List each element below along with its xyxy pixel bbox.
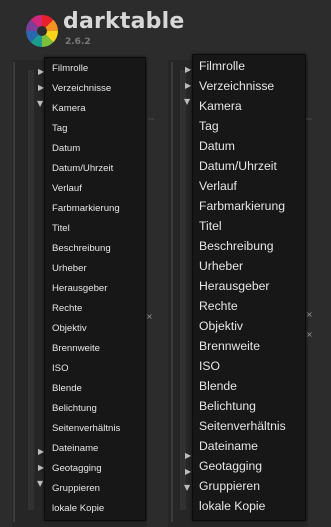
- menu-item-herausgeber[interactable]: Herausgeber: [193, 276, 305, 296]
- menu-item-datum[interactable]: Datum: [193, 136, 305, 156]
- darktable-window: darktable 2.6.2 ▶ ▶ ▼ ▶ ▶ ▼ ▶ ▶ ▼ ▶ ▶ ▼ …: [0, 0, 331, 527]
- menu-item-titel[interactable]: Titel: [45, 219, 145, 239]
- menu-item-datum-uhrzeit[interactable]: Datum/Uhrzeit: [193, 156, 305, 176]
- menu-item-datum[interactable]: Datum: [45, 139, 145, 159]
- menu-item-tag[interactable]: Tag: [193, 116, 305, 136]
- app-name: darktable: [63, 9, 185, 34]
- left-row-field: [148, 118, 154, 120]
- menu-item-gruppieren[interactable]: Gruppieren: [193, 476, 305, 496]
- triangle-right-icon[interactable]: ▶: [185, 66, 191, 74]
- menu-item-rechte[interactable]: Rechte: [193, 296, 305, 316]
- triangle-down-icon[interactable]: ▼: [184, 98, 190, 106]
- panel-edge-mark: ×: [306, 330, 313, 339]
- menu-item-lokale-kopie[interactable]: lokale Kopie: [193, 496, 305, 516]
- menu-item-seitenverhaeltnis[interactable]: Seitenverhältnis: [45, 419, 145, 439]
- menu-item-belichtung[interactable]: Belichtung: [45, 399, 145, 419]
- right-row-field: [306, 118, 312, 120]
- triangle-down-icon[interactable]: ▼: [37, 100, 43, 108]
- menu-item-tag[interactable]: Tag: [45, 119, 145, 139]
- triangle-right-icon[interactable]: ▶: [185, 468, 191, 476]
- menu-item-dateiname[interactable]: Dateiname: [45, 439, 145, 459]
- app-version: 2.6.2: [65, 37, 91, 47]
- menu-item-geotagging[interactable]: Geotagging: [45, 459, 145, 479]
- triangle-down-icon[interactable]: ▼: [184, 484, 190, 492]
- menu-item-beschreibung[interactable]: Beschreibung: [45, 239, 145, 259]
- triangle-right-icon[interactable]: ▶: [185, 452, 191, 460]
- menu-item-geotagging[interactable]: Geotagging: [193, 456, 305, 476]
- menu-item-gruppieren[interactable]: Gruppieren: [45, 479, 145, 499]
- right-panel-rail: [171, 62, 173, 522]
- menu-item-brennweite[interactable]: Brennweite: [193, 336, 305, 356]
- menu-item-blende[interactable]: Blende: [193, 376, 305, 396]
- menu-item-objektiv[interactable]: Objektiv: [193, 316, 305, 336]
- triangle-right-icon[interactable]: ▶: [185, 82, 191, 90]
- menu-item-filmrolle[interactable]: Filmrolle: [45, 59, 145, 79]
- menu-item-rechte[interactable]: Rechte: [45, 299, 145, 319]
- panel-edge-mark: ×: [306, 310, 313, 319]
- left-panel-rail: [13, 62, 15, 522]
- menu-item-urheber[interactable]: Urheber: [45, 259, 145, 279]
- menu-item-brennweite[interactable]: Brennweite: [45, 339, 145, 359]
- menu-item-herausgeber[interactable]: Herausgeber: [45, 279, 145, 299]
- menu-item-kamera[interactable]: Kamera: [193, 96, 305, 116]
- menu-item-farbmarkierung[interactable]: Farbmarkierung: [45, 199, 145, 219]
- app-header: darktable 2.6.2: [0, 0, 331, 60]
- menu-item-lokale-kopie[interactable]: lokale Kopie: [45, 499, 145, 519]
- menu-item-belichtung[interactable]: Belichtung: [193, 396, 305, 416]
- menu-item-urheber[interactable]: Urheber: [193, 256, 305, 276]
- menu-item-iso[interactable]: ISO: [45, 359, 145, 379]
- menu-item-iso[interactable]: ISO: [193, 356, 305, 376]
- menu-item-seitenverhaeltnis[interactable]: Seitenverhältnis: [193, 416, 305, 436]
- left-panel-rail-2: [28, 70, 34, 510]
- menu-item-dateiname[interactable]: Dateiname: [193, 436, 305, 456]
- menu-item-verzeichnisse[interactable]: Verzeichnisse: [45, 79, 145, 99]
- darktable-logo-icon: [26, 15, 58, 47]
- menu-item-verzeichnisse[interactable]: Verzeichnisse: [193, 76, 305, 96]
- menu-item-datum-uhrzeit[interactable]: Datum/Uhrzeit: [45, 159, 145, 179]
- triangle-down-icon[interactable]: ▼: [37, 480, 43, 488]
- right-panel-rail-2: [180, 70, 186, 510]
- menu-item-blende[interactable]: Blende: [45, 379, 145, 399]
- menu-item-titel[interactable]: Titel: [193, 216, 305, 236]
- menu-item-beschreibung[interactable]: Beschreibung: [193, 236, 305, 256]
- property-dropdown-right: Filmrolle Verzeichnisse Kamera Tag Datum Datu…: [192, 54, 306, 521]
- property-dropdown-left: Filmrolle Verzeichnisse Kamera Tag Datum Datu…: [44, 57, 146, 521]
- menu-item-objektiv[interactable]: Objektiv: [45, 319, 145, 339]
- menu-item-verlauf[interactable]: Verlauf: [45, 179, 145, 199]
- menu-item-farbmarkierung[interactable]: Farbmarkierung: [193, 196, 305, 216]
- menu-item-verlauf[interactable]: Verlauf: [193, 176, 305, 196]
- panel-edge-mark: ×: [146, 312, 153, 321]
- menu-item-filmrolle[interactable]: Filmrolle: [193, 56, 305, 76]
- menu-item-kamera[interactable]: Kamera: [45, 99, 145, 119]
